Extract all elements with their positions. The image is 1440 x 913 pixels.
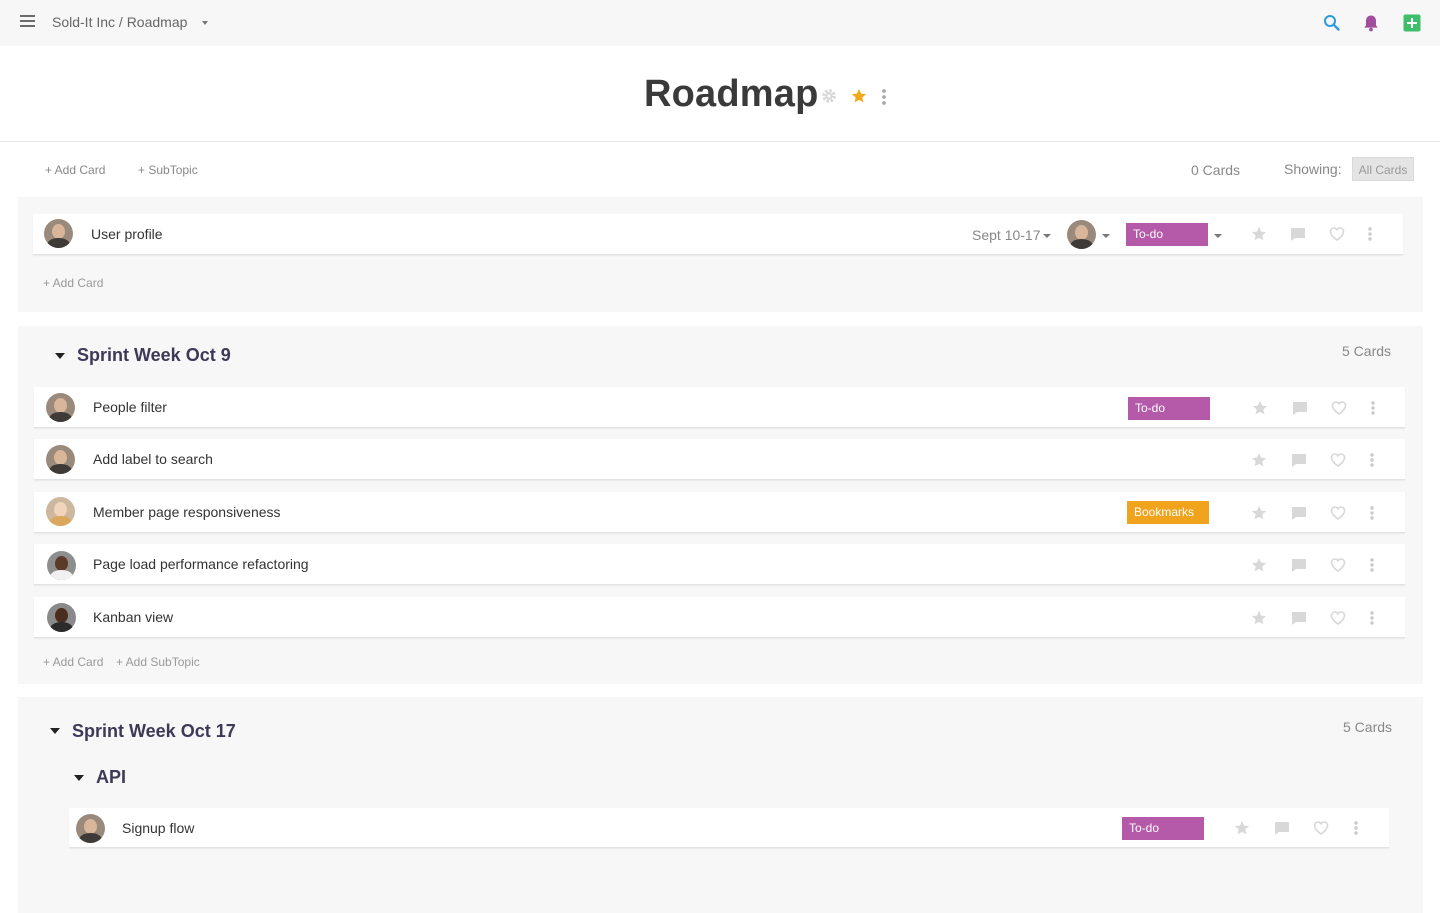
subtopic-title: API: [96, 767, 127, 787]
comment-icon[interactable]: [1291, 505, 1307, 521]
more-vertical-icon[interactable]: [1367, 226, 1373, 242]
section-title: Sprint Week Oct 17: [72, 721, 236, 741]
bell-icon[interactable]: [1362, 14, 1380, 32]
star-icon[interactable]: [1251, 557, 1267, 573]
gear-icon[interactable]: [821, 88, 837, 104]
section-title: Sprint Week Oct 9: [77, 345, 231, 365]
section-card-count: 5 Cards: [1343, 719, 1393, 735]
star-icon[interactable]: [1251, 610, 1267, 626]
chevron-down-icon[interactable]: [202, 21, 208, 25]
card-title: Page load performance refactoring: [93, 556, 309, 572]
card-title: Kanban view: [93, 609, 174, 625]
breadcrumb[interactable]: Sold-It Inc / Roadmap: [52, 14, 187, 30]
star-icon[interactable]: [1251, 226, 1267, 242]
date-range-select[interactable]: Sept 10-17: [972, 227, 1041, 243]
more-vertical-icon[interactable]: [1369, 557, 1375, 573]
collapse-caret-icon[interactable]: [74, 775, 84, 781]
heart-icon[interactable]: [1330, 610, 1346, 626]
comment-icon[interactable]: [1291, 452, 1307, 468]
star-icon[interactable]: [1251, 505, 1267, 521]
more-vertical-icon[interactable]: [1369, 505, 1375, 521]
heart-icon[interactable]: [1331, 400, 1347, 416]
star-icon[interactable]: [1252, 400, 1268, 416]
heart-icon[interactable]: [1330, 557, 1346, 573]
chevron-down-icon[interactable]: [1043, 234, 1051, 238]
status-tag[interactable]: To-do: [1126, 223, 1208, 246]
card-row[interactable]: People filter To-do: [34, 387, 1405, 428]
avatar: [46, 445, 75, 474]
card-title: Member page responsiveness: [93, 504, 281, 520]
add-card-button[interactable]: + Add Card: [43, 276, 103, 290]
card-title: Add label to search: [93, 451, 213, 467]
page-header: Roadmap: [0, 46, 1440, 142]
card-row[interactable]: Kanban view: [34, 597, 1405, 638]
heart-icon[interactable]: [1313, 820, 1329, 836]
collapse-caret-icon[interactable]: [50, 728, 60, 734]
showing-label: Showing:: [1284, 161, 1342, 177]
more-vertical-icon[interactable]: [1353, 820, 1359, 836]
card-title: User profile: [91, 226, 163, 242]
star-icon[interactable]: [1234, 820, 1250, 836]
status-tag[interactable]: Bookmarks: [1127, 501, 1209, 524]
card-row[interactable]: Add label to search: [34, 439, 1405, 480]
avatar: [47, 551, 76, 580]
assignee-avatar[interactable]: [1067, 220, 1096, 249]
sprint-section: Sprint Week Oct 17 5 Cards API Signup fl…: [18, 697, 1423, 913]
avatar: [46, 497, 75, 526]
more-vertical-icon[interactable]: [1369, 610, 1375, 626]
add-subtopic-button[interactable]: + Add SubTopic: [116, 655, 200, 669]
top-bar: Sold-It Inc / Roadmap: [0, 0, 1440, 46]
comment-icon[interactable]: [1292, 400, 1308, 416]
comment-icon[interactable]: [1290, 226, 1306, 242]
comment-icon[interactable]: [1274, 820, 1290, 836]
avatar: [76, 814, 105, 843]
heart-icon[interactable]: [1330, 505, 1346, 521]
more-vertical-icon[interactable]: [1369, 452, 1375, 468]
unsorted-section: User profile Sept 10-17 To-do + Add Card: [18, 197, 1423, 312]
add-subtopic-button[interactable]: + SubTopic: [138, 163, 198, 177]
avatar: [44, 219, 73, 248]
page-title: Roadmap: [644, 73, 819, 115]
heart-icon[interactable]: [1329, 226, 1345, 242]
star-icon[interactable]: [851, 88, 867, 104]
filter-select[interactable]: All Cards: [1352, 157, 1414, 181]
star-icon[interactable]: [1251, 452, 1267, 468]
menu-icon[interactable]: [20, 15, 35, 28]
card-row[interactable]: User profile Sept 10-17 To-do: [33, 214, 1403, 255]
chevron-down-icon[interactable]: [1214, 234, 1222, 238]
add-square-icon[interactable]: [1403, 14, 1421, 32]
heart-icon[interactable]: [1330, 452, 1346, 468]
card-title: Signup flow: [122, 820, 195, 836]
add-card-button[interactable]: + Add Card: [43, 655, 103, 669]
sprint-section: Sprint Week Oct 9 5 Cards People filter …: [18, 326, 1423, 684]
avatar: [46, 393, 75, 422]
more-vertical-icon[interactable]: [880, 88, 888, 106]
search-icon[interactable]: [1323, 14, 1341, 32]
add-card-button[interactable]: + Add Card: [45, 163, 105, 177]
comment-icon[interactable]: [1291, 610, 1307, 626]
section-card-count: 5 Cards: [1342, 343, 1392, 359]
more-vertical-icon[interactable]: [1370, 400, 1376, 416]
card-row[interactable]: Page load performance refactoring: [34, 544, 1405, 585]
comment-icon[interactable]: [1291, 557, 1307, 573]
avatar: [47, 603, 76, 632]
collapse-caret-icon[interactable]: [55, 353, 65, 359]
chevron-down-icon[interactable]: [1102, 234, 1110, 238]
card-row[interactable]: Member page responsiveness Bookmarks: [34, 492, 1405, 533]
card-title: People filter: [93, 399, 167, 415]
status-tag[interactable]: To-do: [1128, 397, 1210, 420]
cards-count: 0 Cards: [1191, 162, 1241, 178]
card-row[interactable]: Signup flow To-do: [69, 808, 1389, 848]
status-tag[interactable]: To-do: [1122, 817, 1204, 840]
